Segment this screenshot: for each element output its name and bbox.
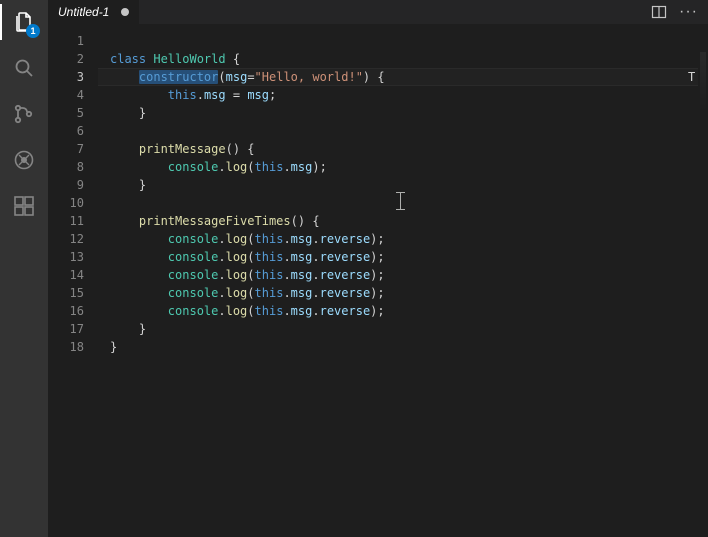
dirty-indicator-icon (121, 8, 129, 16)
split-editor-icon[interactable] (651, 4, 667, 20)
search-icon (12, 56, 36, 80)
code-line[interactable]: console.log(this.msg.reverse); (98, 230, 698, 248)
activity-source-control[interactable] (10, 100, 38, 128)
code-line[interactable]: console.log(this.msg.reverse); (98, 284, 698, 302)
code-area[interactable]: class HelloWorld {T constructor(msg="Hel… (98, 24, 698, 537)
debug-icon (12, 148, 36, 172)
code-line[interactable]: printMessageFiveTimes() { (98, 212, 698, 230)
line-number: 5 (48, 104, 98, 122)
code-line[interactable] (98, 194, 698, 212)
tab-title: Untitled-1 (58, 5, 109, 19)
line-number: 12 (48, 230, 98, 248)
editor[interactable]: 123456789101112131415161718 class HelloW… (48, 24, 708, 537)
line-number: 18 (48, 338, 98, 356)
code-line[interactable]: } (98, 320, 698, 338)
line-number: 6 (48, 122, 98, 140)
line-number: 9 (48, 176, 98, 194)
extensions-icon (12, 194, 36, 218)
activity-extensions[interactable] (10, 192, 38, 220)
code-line[interactable]: } (98, 338, 698, 356)
code-line[interactable] (98, 32, 698, 50)
line-number: 10 (48, 194, 98, 212)
code-line[interactable]: printMessage() { (98, 140, 698, 158)
line-number: 7 (48, 140, 98, 158)
code-line[interactable]: console.log(this.msg.reverse); (98, 266, 698, 284)
tab-untitled-1[interactable]: Untitled-1 (48, 0, 139, 24)
tab-actions: ··· (651, 0, 708, 24)
tab-bar: Untitled-1 ··· (48, 0, 708, 24)
activity-debug[interactable] (10, 146, 38, 174)
minimap[interactable] (700, 52, 706, 112)
line-number: 2 (48, 50, 98, 68)
line-number: 13 (48, 248, 98, 266)
line-number: 16 (48, 302, 98, 320)
code-line[interactable]: class HelloWorld { (98, 50, 698, 68)
line-number-gutter: 123456789101112131415161718 (48, 24, 98, 537)
code-line[interactable] (98, 122, 698, 140)
code-line[interactable]: } (98, 104, 698, 122)
source-control-icon (12, 102, 36, 126)
line-number: 15 (48, 284, 98, 302)
line-number: 4 (48, 86, 98, 104)
code-line[interactable]: T constructor(msg="Hello, world!") { (98, 68, 698, 86)
line-number: 11 (48, 212, 98, 230)
line-number: 3 (48, 68, 98, 86)
code-line[interactable]: this.msg = msg; (98, 86, 698, 104)
line-number: 17 (48, 320, 98, 338)
activity-explorer[interactable]: 1 (10, 8, 38, 36)
overflow-glyph: T (688, 68, 698, 86)
code-line[interactable]: console.log(this.msg.reverse); (98, 248, 698, 266)
explorer-badge: 1 (26, 24, 40, 38)
code-line[interactable]: console.log(this.msg.reverse); (98, 302, 698, 320)
line-number: 1 (48, 32, 98, 50)
activity-search[interactable] (10, 54, 38, 82)
code-line[interactable]: console.log(this.msg); (98, 158, 698, 176)
more-actions-icon[interactable]: ··· (679, 4, 698, 20)
app-root: 1 (0, 0, 708, 537)
activity-bar: 1 (0, 0, 48, 537)
line-number: 14 (48, 266, 98, 284)
code-line[interactable]: } (98, 176, 698, 194)
main-column: Untitled-1 ··· 1234567891011121314151617… (48, 0, 708, 537)
line-number: 8 (48, 158, 98, 176)
